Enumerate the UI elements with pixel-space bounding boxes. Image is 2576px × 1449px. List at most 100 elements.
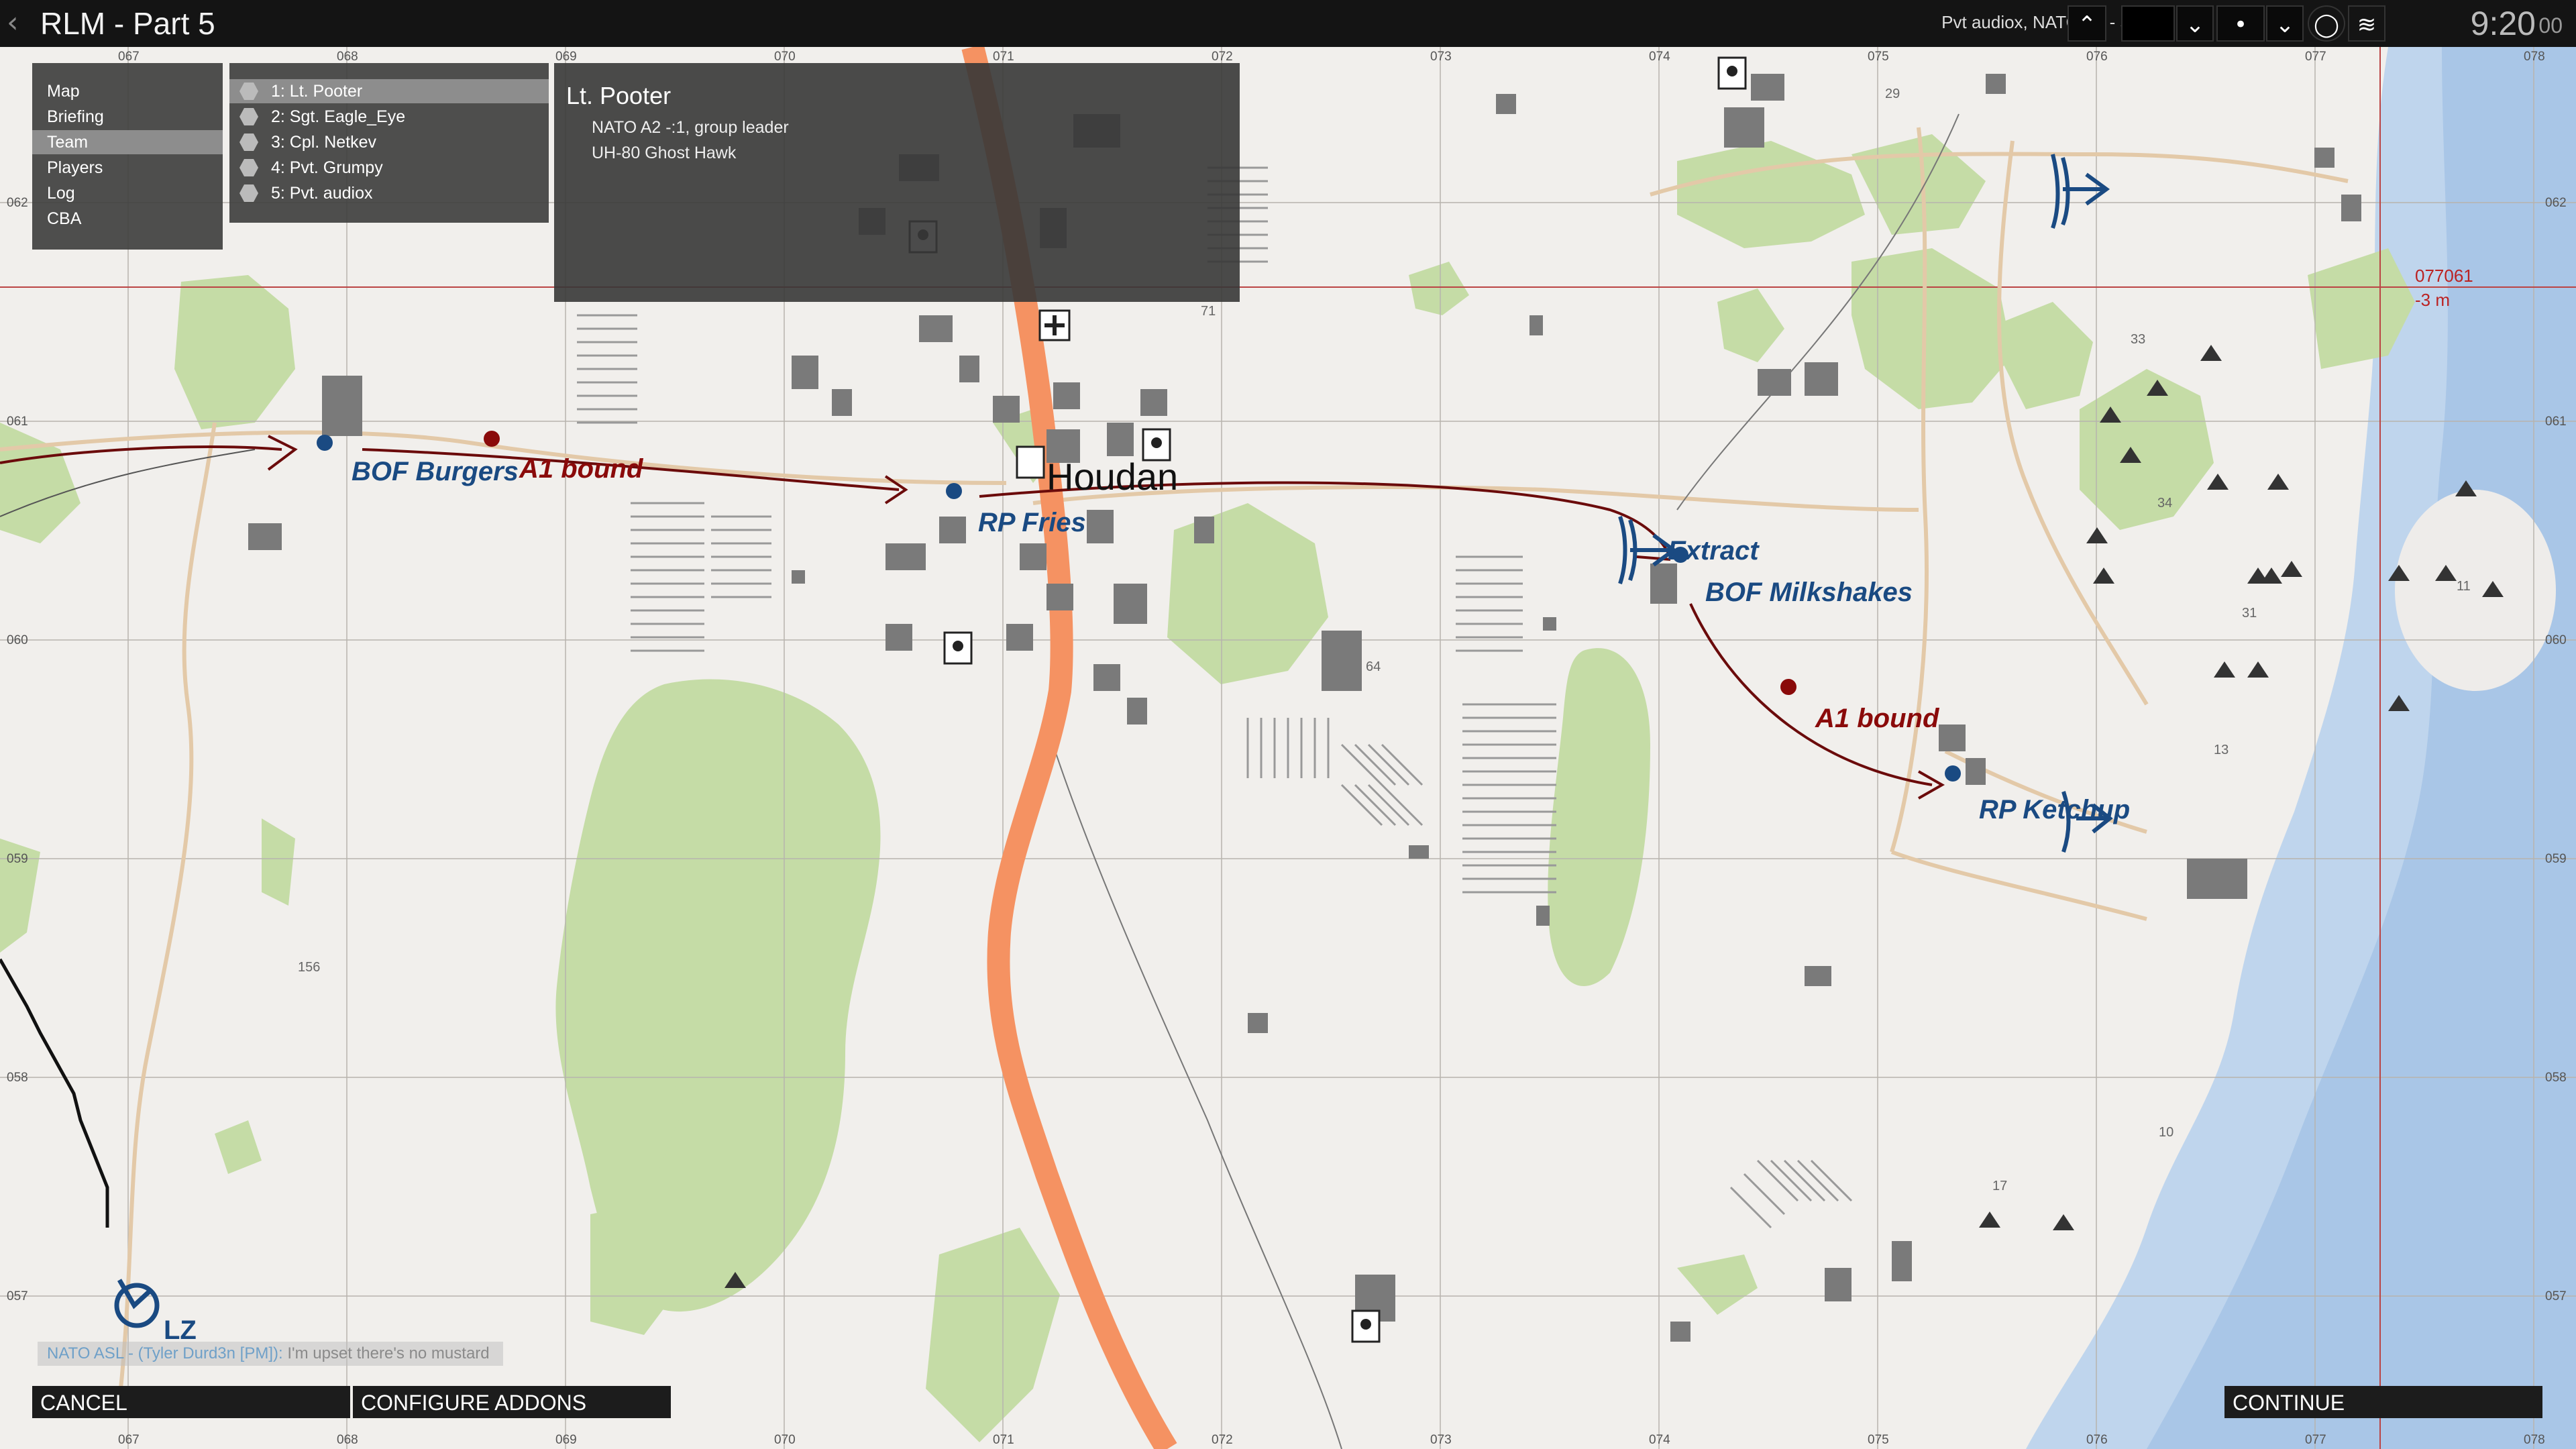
hospital-icon <box>1038 309 1071 341</box>
svg-text:13: 13 <box>2214 743 2229 757</box>
svg-text:33: 33 <box>2131 332 2145 347</box>
unit-vehicle: UH-80 Ghost Hawk <box>592 144 737 162</box>
top-bar: ‹ RLM - Part 5 Pvt audiox, NATO A2 - 5 ⌃… <box>0 0 2576 47</box>
svg-text:31: 31 <box>2242 606 2257 621</box>
svg-text:067: 067 <box>118 50 140 64</box>
chat-text: I'm upset there's no mustard <box>287 1344 490 1362</box>
team-member-label: 1: Lt. Pooter <box>271 82 363 101</box>
team-member-1[interactable]: 1: Lt. Pooter <box>229 79 549 103</box>
menu-item-briefing[interactable]: Briefing <box>32 105 223 129</box>
marker-bof-burgers: BOF Burgers <box>352 457 519 486</box>
svg-text:078: 078 <box>2524 1433 2545 1447</box>
menu-item-team[interactable]: Team <box>32 130 223 154</box>
menu-item-log[interactable]: Log <box>32 181 223 205</box>
svg-text:057: 057 <box>7 1289 28 1303</box>
svg-text:077: 077 <box>2305 1433 2326 1447</box>
team-member-5[interactable]: 5: Pvt. audiox <box>229 181 549 205</box>
svg-text:077: 077 <box>2305 50 2326 64</box>
menu-item-map[interactable]: Map <box>32 79 223 103</box>
team-panel: 1: Lt. Pooter 2: Sgt. Eagle_Eye 3: Cpl. … <box>229 63 549 223</box>
configure-addons-button[interactable]: CONFIGURE ADDONS <box>353 1386 671 1418</box>
svg-text:076: 076 <box>2086 1433 2108 1447</box>
hexagon-icon <box>239 108 258 125</box>
svg-text:076: 076 <box>2086 50 2108 64</box>
marker-extract: Extract <box>1668 536 1760 566</box>
svg-text:058: 058 <box>2545 1071 2567 1085</box>
svg-text:072: 072 <box>1212 1433 1233 1447</box>
map-view[interactable]: BOF Burgers A1 bound RP Fries Extract BO… <box>0 47 2576 1449</box>
marker-bof-milkshakes: BOF Milkshakes <box>1705 578 1913 607</box>
svg-text:070: 070 <box>774 1433 796 1447</box>
svg-text:074: 074 <box>1649 50 1670 64</box>
svg-text:069: 069 <box>555 50 577 64</box>
marker-lz: LZ <box>164 1316 197 1345</box>
marker-a1-bound-2: A1 bound <box>1815 704 1940 733</box>
svg-text:067: 067 <box>118 1433 140 1447</box>
svg-text:062: 062 <box>7 196 28 210</box>
svg-text:29: 29 <box>1885 87 1900 101</box>
svg-text:068: 068 <box>337 50 358 64</box>
unit-info-panel: Lt. Pooter NATO A2 -:1, group leader UH-… <box>554 63 1240 302</box>
svg-text:059: 059 <box>7 852 28 866</box>
svg-text:075: 075 <box>1868 50 1889 64</box>
svg-text:060: 060 <box>7 633 28 647</box>
continue-button[interactable]: CONTINUE <box>2224 1386 2542 1418</box>
chevron-left-icon[interactable]: ‹ <box>7 5 19 40</box>
svg-text:71: 71 <box>1201 304 1216 319</box>
svg-text:060: 060 <box>2545 633 2567 647</box>
team-member-4[interactable]: 4: Pvt. Grumpy <box>229 156 549 180</box>
svg-text:061: 061 <box>2545 415 2567 429</box>
team-member-label: 5: Pvt. audiox <box>271 184 373 203</box>
svg-text:156: 156 <box>298 960 320 975</box>
svg-text:34: 34 <box>2157 496 2172 511</box>
menu-item-players[interactable]: Players <box>32 156 223 180</box>
dot-icon[interactable]: • <box>2216 5 2265 42</box>
compass-icon[interactable]: ◯ <box>2308 5 2345 42</box>
team-member-3[interactable]: 3: Cpl. Netkev <box>229 130 549 154</box>
chevron-down-icon[interactable]: ⌄ <box>2266 5 2304 42</box>
svg-text:64: 64 <box>1366 659 1381 674</box>
team-member-2[interactable]: 2: Sgt. Eagle_Eye <box>229 105 549 129</box>
svg-text:062: 062 <box>2545 196 2567 210</box>
svg-text:074: 074 <box>1649 1433 1670 1447</box>
svg-text:075: 075 <box>1868 1433 1889 1447</box>
color-picker-button[interactable] <box>2121 5 2175 42</box>
chat-sender: NATO ASL - (Tyler Durd3n [PM]): <box>47 1344 283 1362</box>
svg-text:073: 073 <box>1430 1433 1452 1447</box>
hexagon-icon <box>239 159 258 176</box>
team-member-label: 3: Cpl. Netkev <box>271 133 377 152</box>
clock: 9:20 <box>2470 5 2536 42</box>
cancel-button[interactable]: CANCEL <box>32 1386 350 1418</box>
svg-text:061: 061 <box>7 415 28 429</box>
svg-text:10: 10 <box>2159 1125 2174 1140</box>
hexagon-icon <box>239 133 258 151</box>
layers-icon[interactable]: ≋ <box>2348 5 2385 42</box>
svg-text:071: 071 <box>993 50 1014 64</box>
hexagon-icon <box>239 83 258 100</box>
chevron-down-icon[interactable]: ⌄ <box>2176 5 2214 42</box>
chevron-up-icon[interactable]: ⌃ <box>2068 5 2106 42</box>
svg-text:11: 11 <box>2457 579 2471 594</box>
marker-rp-fries: RP Fries <box>978 508 1086 537</box>
team-member-label: 4: Pvt. Grumpy <box>271 158 383 177</box>
menu-item-cba[interactable]: CBA <box>32 207 223 231</box>
unit-name: Lt. Pooter <box>566 82 672 109</box>
menu-panel: Map Briefing Team Players Log CBA <box>32 63 223 250</box>
cursor-elevation-readout: -3 m <box>2415 290 2450 310</box>
chat-message: NATO ASL - (Tyler Durd3n [PM]): I'm upse… <box>38 1342 503 1366</box>
svg-text:069: 069 <box>555 1433 577 1447</box>
cursor-grid-readout: 077061 <box>2415 266 2473 286</box>
hexagon-icon <box>239 184 258 202</box>
svg-text:070: 070 <box>774 50 796 64</box>
svg-text:068: 068 <box>337 1433 358 1447</box>
svg-text:071: 071 <box>993 1433 1014 1447</box>
marker-a1-bound-1: A1 bound <box>519 454 644 484</box>
svg-text:057: 057 <box>2545 1289 2567 1303</box>
svg-text:059: 059 <box>2545 852 2567 866</box>
unit-role: NATO A2 -:1, group leader <box>592 118 789 137</box>
svg-text:058: 058 <box>7 1071 28 1085</box>
window-title: RLM - Part 5 <box>40 6 215 41</box>
svg-text:073: 073 <box>1430 50 1452 64</box>
marker-rp-ketchup: RP Ketchup <box>1979 795 2130 824</box>
team-member-label: 2: Sgt. Eagle_Eye <box>271 107 406 126</box>
